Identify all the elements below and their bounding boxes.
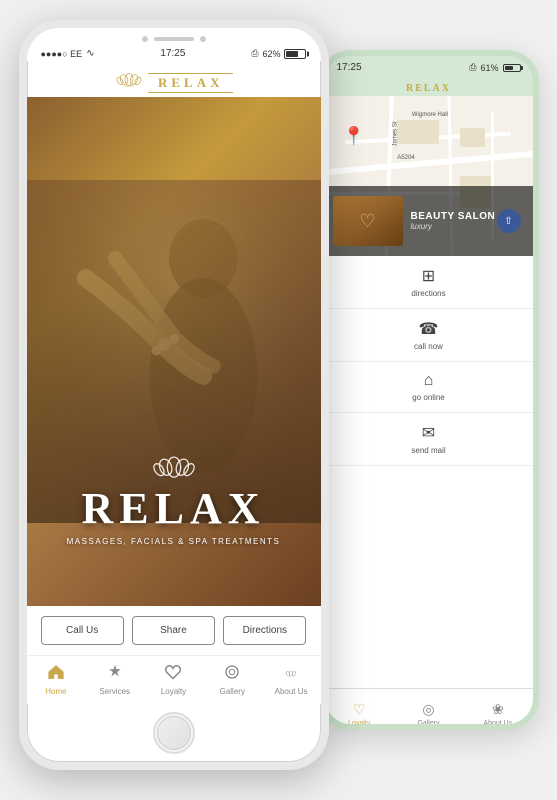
directions-icon: ⊞ [422, 266, 435, 286]
action-buttons-bar: Call Us Share Directions [27, 606, 321, 655]
back-tab-gallery[interactable]: ◎ Gallery [394, 689, 463, 730]
nav-services[interactable]: Services [85, 656, 144, 704]
back-status-bar: 17:25 ⎙ 61% [325, 56, 533, 79]
map-label-a5204: A5204 [397, 155, 414, 161]
action-call-label: call now [414, 342, 443, 351]
business-img-overlay: ♡ [333, 196, 403, 246]
phone-top-bar: ●●●●○ EE ∿ 17:25 ⎙ 62% [27, 28, 321, 61]
loyalty-nav-icon [164, 664, 182, 685]
back-logo-text: RELAX [325, 83, 533, 94]
phones-container: 17:25 ⎙ 61% RELAX [19, 20, 539, 780]
hero-tagline: MASSAGES, FACIALS & SPA TREATMENTS [27, 537, 321, 546]
lotus-logo-icon [114, 67, 144, 87]
map-label-james: James St [392, 122, 398, 147]
business-name: BEAUTY SALON [411, 211, 497, 222]
services-nav-icon [106, 664, 124, 685]
status-right: ⎙ 62% [251, 48, 306, 59]
action-online-label: go online [412, 393, 444, 402]
logo-area: RELAX [27, 61, 321, 97]
share-button-back[interactable]: ⇧ [497, 209, 521, 233]
call-us-button[interactable]: Call Us [41, 616, 124, 645]
action-directions[interactable]: ⊞ directions [325, 256, 533, 309]
map-area: A5204 Wigmore Hall James St 📍 ♡ BEAUTY S… [325, 96, 533, 256]
business-img-icon: ♡ [359, 211, 375, 232]
about-nav-icon [282, 664, 300, 685]
action-online[interactable]: ⌂ go online [325, 362, 533, 413]
home-icon: ⌂ [424, 372, 434, 390]
nav-services-label: Services [99, 687, 130, 696]
back-bluetooth-icon: ⎙ [469, 62, 476, 73]
phone-front: ●●●●○ EE ∿ 17:25 ⎙ 62% [19, 20, 329, 770]
status-time: 17:25 [160, 48, 185, 59]
bottom-navigation: Home Services Loyalty [27, 655, 321, 704]
logo-text: RELAX [148, 73, 234, 93]
share-icon: ⇧ [504, 216, 512, 227]
hero-brand-name: RELAX [27, 485, 321, 533]
directions-button[interactable]: Directions [223, 616, 306, 645]
map-block [397, 120, 439, 144]
hero-brand-overlay: RELAX MASSAGES, FACIALS & SPA TREATMENTS [27, 446, 321, 546]
back-battery-pct: 61% [480, 63, 498, 73]
hero-lotus-icon [149, 446, 199, 480]
status-bar: ●●●●○ EE ∿ 17:25 ⎙ 62% [27, 46, 321, 61]
loyalty-icon: ♡ [353, 701, 366, 718]
back-tab-loyalty-label: Loyalty [348, 720, 370, 727]
back-tab-gallery-label: Gallery [417, 720, 439, 727]
mail-icon: ✉ [422, 423, 435, 443]
gallery-icon: ◎ [422, 701, 434, 718]
back-tab-about-label: About Us [483, 720, 512, 727]
business-card-image: ♡ [333, 196, 403, 246]
status-left: ●●●●○ EE ∿ [41, 48, 95, 59]
hero-image-area: RELAX MASSAGES, FACIALS & SPA TREATMENTS [27, 97, 321, 606]
map-label-wigmore: Wigmore Hall [412, 112, 448, 118]
back-tab-loyalty[interactable]: ♡ Loyalty [325, 689, 394, 730]
action-call[interactable]: ☎ call now [325, 309, 533, 362]
nav-home-label: Home [45, 687, 66, 696]
nav-about[interactable]: About Us [262, 656, 321, 704]
home-nav-icon [47, 664, 65, 685]
action-mail[interactable]: ✉ send mail [325, 413, 533, 466]
about-icon: ❀ [492, 701, 504, 718]
map-block [460, 128, 485, 147]
back-time: 17:25 [337, 62, 362, 73]
nav-gallery-label: Gallery [220, 687, 245, 696]
nav-home[interactable]: Home [27, 656, 86, 704]
wifi-icon: ∿ [86, 48, 94, 59]
business-card: ♡ BEAUTY SALON luxury ⇧ [325, 186, 533, 256]
map-pin: 📍 [343, 126, 357, 144]
action-directions-label: directions [411, 289, 445, 298]
carrier-text: ●●●●○ EE [41, 49, 83, 59]
nav-gallery[interactable]: Gallery [203, 656, 262, 704]
sensor-dot [200, 36, 206, 42]
back-battery-tip [521, 66, 523, 70]
gallery-nav-icon [223, 664, 241, 685]
battery-level [286, 51, 297, 57]
share-button[interactable]: Share [132, 616, 215, 645]
back-logo-area: RELAX [325, 79, 533, 96]
business-card-info: BEAUTY SALON luxury [403, 211, 497, 231]
back-content: A5204 Wigmore Hall James St 📍 ♡ BEAUTY S… [325, 96, 533, 730]
nav-about-label: About Us [275, 687, 308, 696]
battery-indicator [284, 49, 306, 59]
front-camera [142, 36, 148, 42]
battery-pct: 62% [262, 49, 280, 59]
camera-area [142, 28, 206, 46]
nav-loyalty[interactable]: Loyalty [144, 656, 203, 704]
back-battery-fill [505, 66, 514, 70]
action-list: ⊞ directions ☎ call now ⌂ go online ✉ se… [325, 256, 533, 466]
phone-back: 17:25 ⎙ 61% RELAX [319, 50, 539, 730]
phone-icon: ☎ [419, 319, 439, 339]
home-button-inner [157, 716, 191, 750]
back-tab-about[interactable]: ❀ About Us [463, 689, 532, 730]
action-mail-label: send mail [411, 446, 445, 455]
home-hardware-button[interactable] [153, 712, 195, 754]
back-bottom-tabs: ♡ Loyalty ◎ Gallery ❀ About Us [325, 688, 533, 730]
nav-loyalty-label: Loyalty [161, 687, 186, 696]
bluetooth-icon: ⎙ [251, 48, 258, 59]
business-subtitle: luxury [411, 222, 497, 231]
map-road [325, 151, 533, 175]
earpiece [154, 37, 194, 41]
